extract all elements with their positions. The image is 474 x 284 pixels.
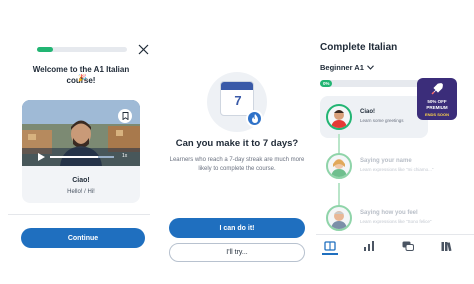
lesson-avatar-name	[326, 153, 352, 179]
rocket-icon	[431, 83, 443, 95]
streak-calendar-illustration: 7	[207, 72, 267, 132]
play-icon[interactable]	[38, 153, 45, 161]
lesson-name: Saying your name	[360, 158, 412, 164]
course-screen: Complete Italian Beginner A1 0% 50% OFF …	[316, 0, 474, 284]
tab-active-indicator	[322, 253, 338, 255]
promo-text: 50% OFF PREMIUM	[417, 99, 457, 111]
lesson-avatar-ciao	[326, 104, 352, 130]
promo-plan: PREMIUM	[426, 105, 448, 110]
bookmark-icon[interactable]	[118, 109, 132, 123]
calendar-header	[221, 82, 253, 90]
book-icon[interactable]	[324, 241, 336, 251]
chart-icon[interactable]	[363, 241, 375, 251]
streak-question: Can you make it to 7 days?	[175, 138, 299, 149]
ill-try-button[interactable]: I'll try...	[169, 243, 305, 262]
lesson-description: Learn some greetings	[360, 118, 404, 123]
close-icon[interactable]	[138, 44, 149, 55]
lesson-connector	[338, 134, 340, 154]
lesson-card[interactable]: 1x Ciao! Hello! / Hi!	[22, 100, 140, 203]
course-progress-bar: 0%	[320, 80, 424, 87]
chat-icon[interactable]	[402, 241, 414, 251]
lesson-progress-fill	[37, 47, 54, 52]
chevron-down-icon	[367, 65, 374, 70]
continue-button[interactable]: Continue	[21, 228, 145, 248]
library-icon[interactable]	[441, 241, 453, 251]
divider	[8, 214, 150, 215]
lesson-name: Ciao!	[360, 109, 375, 115]
premium-promo-badge[interactable]: 50% OFF PREMIUM ENDS SOON	[417, 78, 457, 120]
lesson-description: Learn expressions like "Sono felice"	[360, 219, 432, 224]
video-controls: 1x	[22, 148, 140, 166]
video-scrubber[interactable]	[50, 156, 114, 158]
lesson-avatar-feel	[326, 205, 352, 231]
playback-speed[interactable]: 1x	[122, 153, 127, 159]
tab-bar-divider	[316, 234, 474, 235]
level-selector[interactable]: Beginner A1	[320, 63, 374, 72]
lesson-progress-bar	[37, 47, 127, 52]
calendar-day-number: 7	[234, 93, 242, 108]
streak-explanation: Learners who reach a 7-day streak are mu…	[169, 157, 305, 172]
flame-icon	[246, 110, 263, 127]
course-title: Complete Italian	[320, 42, 398, 53]
promo-cta: ENDS SOON	[424, 112, 449, 117]
welcome-screen: Welcome to the A1 Italian course! 🎉 1x C…	[0, 0, 158, 284]
lesson-card-title: Ciao!	[72, 177, 90, 184]
app-screens: Welcome to the A1 Italian course! 🎉 1x C…	[0, 0, 474, 284]
level-label: Beginner A1	[320, 63, 364, 72]
course-progress-label: 0%	[323, 81, 330, 86]
streak-screen: 7 Can you make it to 7 days? Learners wh…	[158, 0, 316, 284]
lesson-video[interactable]: 1x	[22, 100, 140, 166]
i-can-do-it-button[interactable]: I can do it!	[169, 218, 305, 238]
lesson-connector	[338, 183, 340, 206]
video-scrubber-fill	[50, 156, 98, 158]
party-emoji-icon: 🎉	[78, 75, 87, 82]
lesson-name: Saying how you feel	[360, 210, 418, 216]
lesson-card-subtitle: Hello! / Hi!	[67, 189, 95, 195]
lesson-description: Learn expressions like "mi chiamo..."	[360, 167, 434, 172]
